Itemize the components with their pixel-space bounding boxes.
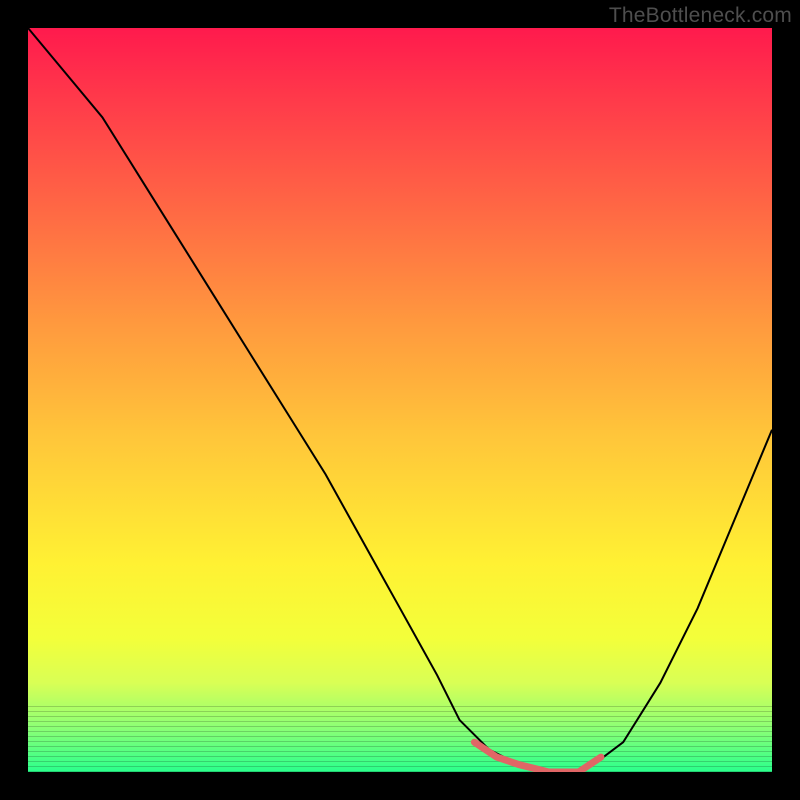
watermark-text: TheBottleneck.com — [609, 4, 792, 28]
highlight-segment — [474, 742, 601, 772]
chart-frame — [28, 28, 772, 772]
bottleneck-curve — [28, 28, 772, 772]
chart-svg — [28, 28, 772, 772]
